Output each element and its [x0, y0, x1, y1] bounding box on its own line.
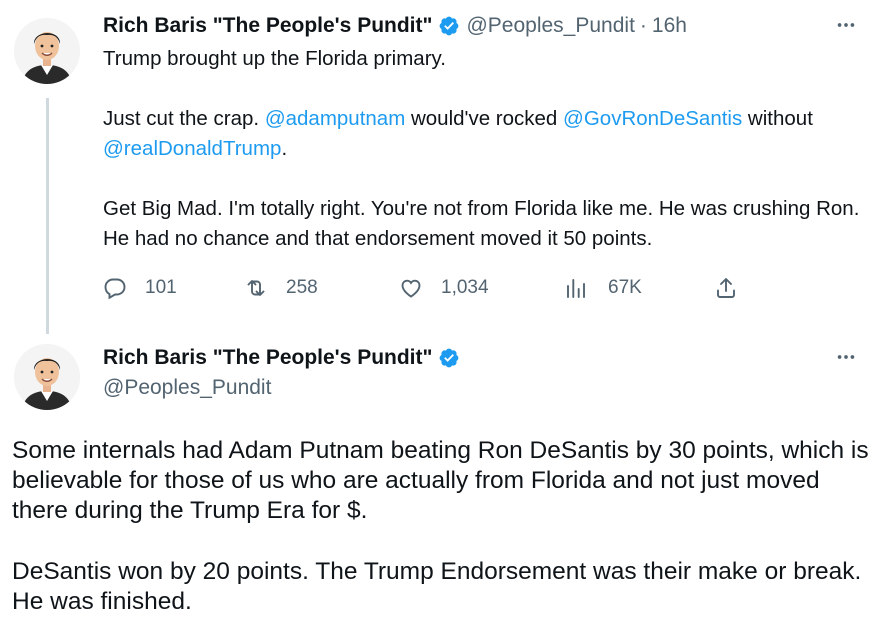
timestamp[interactable]: 16h [652, 12, 687, 40]
tweet-2-text: Some internals had Adam Putnam beating R… [12, 436, 872, 617]
tweet-1-paragraph: Just cut the crap. @adamputnam would've … [103, 104, 863, 164]
retweet-count: 258 [286, 277, 318, 298]
tweet-2-paragraph: Some internals had Adam Putnam beating R… [12, 437, 869, 524]
tweet-2-paragraph: DeSantis won by 20 points. The Trump End… [12, 558, 862, 615]
retweet-button[interactable]: 258 [244, 276, 318, 300]
reply-icon [104, 278, 126, 300]
tweet-1-action-bar: 101 258 1,034 67K [103, 276, 753, 306]
reply-count: 101 [145, 277, 177, 298]
text-segment: without [742, 107, 813, 130]
verified-badge-icon [438, 347, 460, 369]
like-button[interactable]: 1,034 [399, 276, 489, 300]
heart-icon [401, 279, 421, 298]
author-handle[interactable]: @Peoples_Pundit [466, 12, 634, 40]
more-options-button[interactable] [833, 12, 859, 38]
avatar[interactable] [14, 18, 80, 84]
tweet-2-header: Rich Baris "The People's Pundit" @People… [103, 344, 466, 402]
tweet-1-header: Rich Baris "The People's Pundit" @People… [103, 12, 863, 40]
text-segment: would've rocked [405, 107, 564, 130]
tweet-1: Rich Baris "The People's Pundit" @People… [103, 12, 863, 254]
verified-badge-icon [438, 15, 460, 37]
separator-dot: · [639, 14, 647, 37]
more-options-button[interactable] [833, 344, 859, 370]
tweet-1-text: Trump brought up the Florida primary. Ju… [103, 44, 863, 254]
share-button[interactable] [714, 276, 756, 300]
author-name[interactable]: Rich Baris "The People's Pundit" [103, 344, 432, 372]
avatar[interactable] [14, 344, 80, 410]
text-segment: . [281, 137, 288, 160]
thread-connector-line [46, 98, 49, 334]
share-icon [717, 278, 735, 298]
mention-link[interactable]: @realDonaldTrump [103, 137, 281, 160]
tweet-1-paragraph: Get Big Mad. I'm totally right. You're n… [103, 197, 860, 250]
author-row: Rich Baris "The People's Pundit" [103, 344, 466, 372]
more-horizontal-icon [837, 355, 855, 359]
views-count: 67K [608, 277, 642, 298]
views-chart-icon [567, 279, 585, 298]
views-button[interactable]: 67K [564, 276, 642, 300]
avatar-image [14, 344, 80, 410]
author-name[interactable]: Rich Baris "The People's Pundit" [103, 12, 432, 40]
text-segment: Just cut the crap. [103, 107, 265, 130]
like-count: 1,034 [441, 277, 489, 298]
retweet-icon [247, 280, 265, 296]
mention-link[interactable]: @adamputnam [265, 107, 405, 130]
tweet-1-paragraph: Trump brought up the Florida primary. [103, 47, 446, 70]
more-horizontal-icon [837, 23, 855, 27]
author-handle[interactable]: @Peoples_Pundit [103, 374, 466, 402]
mention-link[interactable]: @GovRonDeSantis [563, 107, 742, 130]
reply-button[interactable]: 101 [103, 276, 177, 300]
avatar-image [14, 18, 80, 84]
